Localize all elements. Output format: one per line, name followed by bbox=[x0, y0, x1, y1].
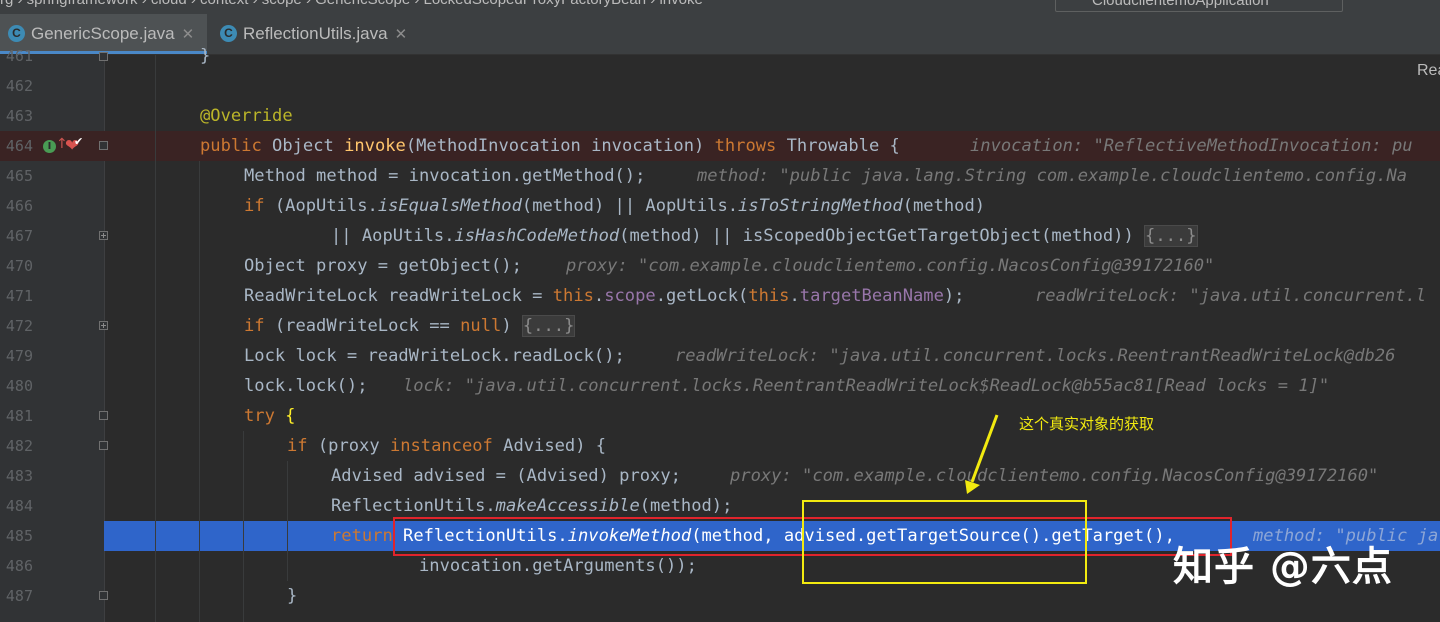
code-line-471[interactable]: ReadWriteLock readWriteLock = this.scope… bbox=[0, 281, 1440, 311]
code-token: ReadWriteLock readWriteLock = bbox=[244, 286, 553, 306]
code-text: } bbox=[200, 46, 211, 66]
inline-debug-value: readWriteLock: "java.util.concurrent.l bbox=[1035, 286, 1427, 306]
run-configuration-label: CloudclientemoApplication bbox=[1092, 0, 1269, 9]
code-line-461[interactable]: } bbox=[0, 41, 1440, 71]
code-token: (MethodInvocation invocation) bbox=[405, 136, 715, 156]
code-line-467[interactable]: || AopUtils.isHashCodeMethod(method) || … bbox=[0, 221, 1440, 251]
method-name: invoke bbox=[344, 136, 406, 156]
static-method: makeAccessible bbox=[495, 496, 640, 516]
code-token: Throwable { bbox=[776, 136, 900, 156]
code-text: ReadWriteLock readWriteLock = this.scope… bbox=[244, 281, 964, 311]
static-method: isEqualsMethod bbox=[377, 196, 522, 216]
code-text: Method method = invocation.getMethod(); bbox=[244, 166, 646, 186]
code-token: (method); bbox=[639, 496, 733, 516]
code-line-483[interactable]: Advised advised = (Advised) proxy; proxy… bbox=[0, 461, 1440, 491]
code-token: (method) || isScopedObjectGetTargetObjec… bbox=[619, 226, 1145, 246]
code-token: (readWriteLock == bbox=[264, 316, 461, 336]
code-token: .getLock( bbox=[655, 286, 749, 306]
class-icon: C bbox=[220, 25, 237, 43]
code-token: (AopUtils. bbox=[264, 196, 378, 216]
code-text: } bbox=[287, 586, 298, 606]
keyword: if bbox=[244, 316, 265, 336]
yellow-highlight-box bbox=[802, 500, 1087, 584]
code-line-472[interactable]: if (readWriteLock == null) {...} bbox=[0, 311, 1440, 341]
watermark: 知乎 @六点 bbox=[1173, 544, 1393, 590]
keyword: null bbox=[460, 316, 502, 336]
code-line-463[interactable]: @Override bbox=[0, 101, 1440, 131]
code-token: ) bbox=[501, 316, 522, 336]
brace-highlight: { bbox=[274, 406, 296, 426]
breadcrumb[interactable]: rg › springframework › cloud › context ›… bbox=[0, 0, 703, 8]
code-text: if (AopUtils.isEqualsMethod(method) || A… bbox=[244, 191, 985, 221]
keyword: return bbox=[331, 526, 393, 546]
code-line-470[interactable]: Object proxy = getObject(); proxy: "com.… bbox=[0, 251, 1440, 281]
keyword: if bbox=[244, 196, 265, 216]
inline-debug-value: invocation: "ReflectiveMethodInvocation:… bbox=[970, 136, 1413, 156]
keyword: public bbox=[200, 136, 262, 156]
code-token: (method) bbox=[902, 196, 986, 216]
code-token: Object bbox=[261, 136, 345, 156]
keyword: this bbox=[552, 286, 594, 306]
code-text: try { bbox=[244, 401, 295, 431]
annotation-override: @Override bbox=[200, 106, 293, 126]
code-line-464[interactable]: public Object invoke(MethodInvocation in… bbox=[0, 131, 1440, 161]
keyword: instanceof bbox=[389, 436, 493, 456]
code-token: . bbox=[593, 286, 605, 306]
code-text: if (readWriteLock == null) {...} bbox=[244, 311, 576, 341]
class-icon: C bbox=[8, 25, 25, 43]
code-token: (method) || AopUtils. bbox=[521, 196, 739, 216]
code-text: Advised advised = (Advised) proxy; bbox=[331, 466, 681, 486]
code-token: || AopUtils. bbox=[331, 226, 455, 246]
field: targetBeanName bbox=[799, 286, 944, 306]
keyword: try bbox=[244, 406, 275, 426]
code-text: || AopUtils.isHashCodeMethod(method) || … bbox=[331, 221, 1198, 251]
code-token: ); bbox=[943, 286, 965, 306]
inline-debug-value: proxy: "com.example.cloudclientemo.confi… bbox=[730, 466, 1379, 486]
code-token: (proxy bbox=[307, 436, 390, 456]
static-method: isToStringMethod bbox=[738, 196, 903, 216]
code-text: if (proxy instanceof Advised) { bbox=[287, 431, 606, 461]
line-number: 462 bbox=[5, 77, 33, 95]
annotation-arrow-icon bbox=[965, 414, 999, 494]
code-text: Object proxy = getObject(); bbox=[244, 256, 522, 276]
inline-debug-value: proxy: "com.example.cloudclientemo.confi… bbox=[566, 256, 1215, 276]
code-line-480[interactable]: lock.lock(); lock: "java.util.concurrent… bbox=[0, 371, 1440, 401]
folded-block[interactable]: {...} bbox=[521, 315, 576, 337]
inline-debug-value: readWriteLock: "java.util.concurrent.loc… bbox=[675, 346, 1396, 366]
code-line-466[interactable]: if (AopUtils.isEqualsMethod(method) || A… bbox=[0, 191, 1440, 221]
keyword: if bbox=[287, 436, 308, 456]
code-token: . bbox=[789, 286, 800, 306]
inline-debug-value: method: "public java.lang.String com.exa… bbox=[697, 166, 1408, 186]
code-token: ReflectionUtils. bbox=[331, 496, 496, 516]
folded-block[interactable]: {...} bbox=[1144, 225, 1198, 247]
keyword: this bbox=[748, 286, 790, 306]
code-text: Lock lock = readWriteLock.readLock(); bbox=[244, 346, 625, 366]
code-line-481[interactable]: try { bbox=[0, 401, 1440, 431]
inline-debug-value: lock: "java.util.concurrent.locks.Reentr… bbox=[403, 376, 1330, 396]
keyword: throws bbox=[714, 136, 777, 156]
navigation-bar: rg › springframework › cloud › context ›… bbox=[0, 0, 1440, 14]
code-token: Advised) { bbox=[492, 436, 607, 456]
field: scope bbox=[604, 286, 656, 306]
method-signature: public Object invoke(MethodInvocation in… bbox=[200, 131, 900, 161]
code-line-482[interactable]: if (proxy instanceof Advised) { bbox=[0, 431, 1440, 461]
run-configuration-select[interactable]: CloudclientemoApplication bbox=[1055, 0, 1343, 12]
code-line-479[interactable]: Lock lock = readWriteLock.readLock(); re… bbox=[0, 341, 1440, 371]
static-method: isHashCodeMethod bbox=[454, 226, 620, 246]
annotation-note: 这个真实对象的获取 bbox=[1019, 415, 1155, 433]
code-text: lock.lock(); bbox=[244, 376, 368, 396]
code-line-465[interactable]: Method method = invocation.getMethod(); … bbox=[0, 161, 1440, 191]
